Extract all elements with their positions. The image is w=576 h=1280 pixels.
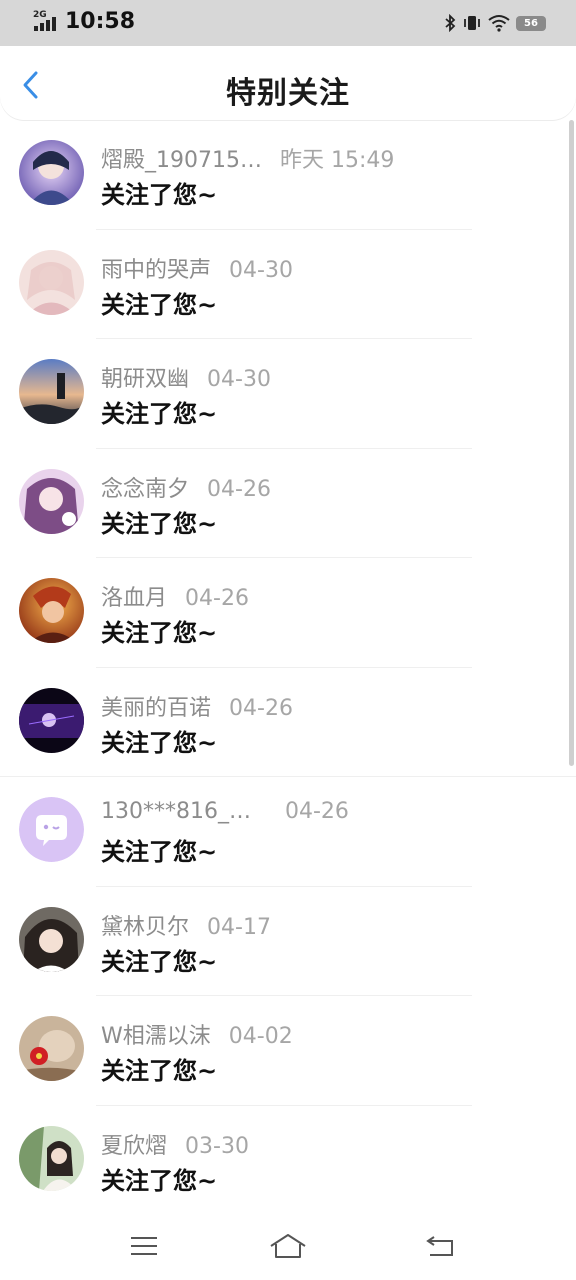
timestamp: 03-30 (185, 1133, 249, 1159)
avatar[interactable] (19, 687, 84, 753)
avatar[interactable] (19, 468, 84, 534)
list-item[interactable]: W相濡以沫 04-02 关注了您~ (0, 996, 576, 1106)
timestamp: 04-26 (284, 799, 349, 824)
timestamp: 04-26 (207, 476, 271, 502)
home-icon (270, 1234, 306, 1258)
user-name[interactable]: 洛血月 (101, 586, 167, 611)
list-item[interactable]: 熠殿_190715… 昨天 15:49 关注了您~ (0, 120, 576, 230)
user-name[interactable]: 熠殿_190715… (101, 148, 262, 173)
follow-list: 熠殿_190715… 昨天 15:49 关注了您~ 雨中的哭声 04-30 关注了您… (0, 120, 576, 1215)
user-name[interactable]: W相濡以沫 (101, 1024, 211, 1049)
timestamp: 昨天 15:49 (279, 148, 395, 173)
user-name[interactable]: 黛林贝尔 (101, 915, 189, 940)
system-nav-bar (0, 1212, 576, 1280)
user-name[interactable]: 美丽的百诺 (101, 696, 211, 721)
message-text: 关注了您~ (101, 838, 218, 866)
list-item[interactable]: 朝研双幽 04-30 关注了您~ (0, 339, 576, 449)
timestamp: 04-17 (207, 914, 271, 940)
message-text: 关注了您~ (101, 947, 218, 976)
user-name[interactable]: 夏欣熠 (101, 1134, 167, 1159)
return-icon (426, 1236, 453, 1256)
bluetooth-icon (445, 14, 456, 32)
status-bar: 2G 10:58 56 (0, 0, 576, 46)
avatar[interactable] (19, 249, 84, 315)
user-name[interactable]: 雨中的哭声 (101, 258, 211, 283)
timestamp: 04-02 (228, 1024, 293, 1049)
home-button[interactable] (268, 1230, 308, 1262)
back-nav-button[interactable] (420, 1230, 460, 1262)
message-text: 关注了您~ (101, 290, 218, 319)
default-avatar[interactable] (19, 797, 84, 862)
timestamp: 04-30 (229, 257, 293, 283)
message-text: 关注了您~ (101, 728, 218, 757)
message-text: 关注了您~ (101, 619, 218, 647)
list-item[interactable]: 雨中的哭声 04-30 关注了您~ (0, 230, 576, 339)
battery-indicator: 56 (516, 15, 546, 31)
list-item[interactable]: 洛血月 04-26 关注了您~ (0, 558, 576, 668)
clock: 10:58 (65, 9, 136, 34)
avatar[interactable] (19, 906, 84, 972)
message-text: 关注了您~ (101, 1057, 218, 1085)
avatar[interactable] (19, 359, 84, 424)
page-title: 特别关注 (226, 76, 350, 111)
signal-icon (34, 17, 56, 31)
list-item[interactable]: 念念南夕 04-26 关注了您~ (0, 449, 576, 558)
avatar[interactable] (19, 578, 84, 643)
list-item[interactable]: 130***816_… 04-26 关注了您~ (0, 777, 576, 887)
list-item[interactable]: 黛林贝尔 04-17 关注了您~ (0, 887, 576, 996)
timestamp: 04-26 (229, 695, 293, 721)
menu-button[interactable] (124, 1230, 164, 1262)
user-name[interactable]: 朝研双幽 (101, 367, 189, 392)
list-item[interactable]: 美丽的百诺 04-26 关注了您~ (0, 668, 576, 777)
user-name[interactable]: 念念南夕 (101, 477, 189, 502)
message-text: 关注了您~ (101, 400, 218, 428)
message-text: 关注了您~ (101, 1166, 218, 1195)
timestamp: 04-26 (185, 586, 249, 611)
avatar[interactable] (19, 1016, 84, 1081)
menu-icon (131, 1237, 157, 1255)
vibrate-icon (464, 16, 480, 30)
header: 特别关注 (0, 46, 576, 120)
message-text: 关注了您~ (101, 181, 218, 209)
message-text: 关注了您~ (101, 509, 218, 538)
avatar[interactable] (19, 140, 84, 205)
wifi-icon (488, 15, 510, 32)
list-item[interactable]: 夏欣熠 03-30 关注了您~ (0, 1106, 576, 1215)
avatar[interactable] (19, 1125, 84, 1191)
user-name[interactable]: 130***816_… (101, 799, 251, 824)
timestamp: 04-30 (207, 367, 271, 392)
